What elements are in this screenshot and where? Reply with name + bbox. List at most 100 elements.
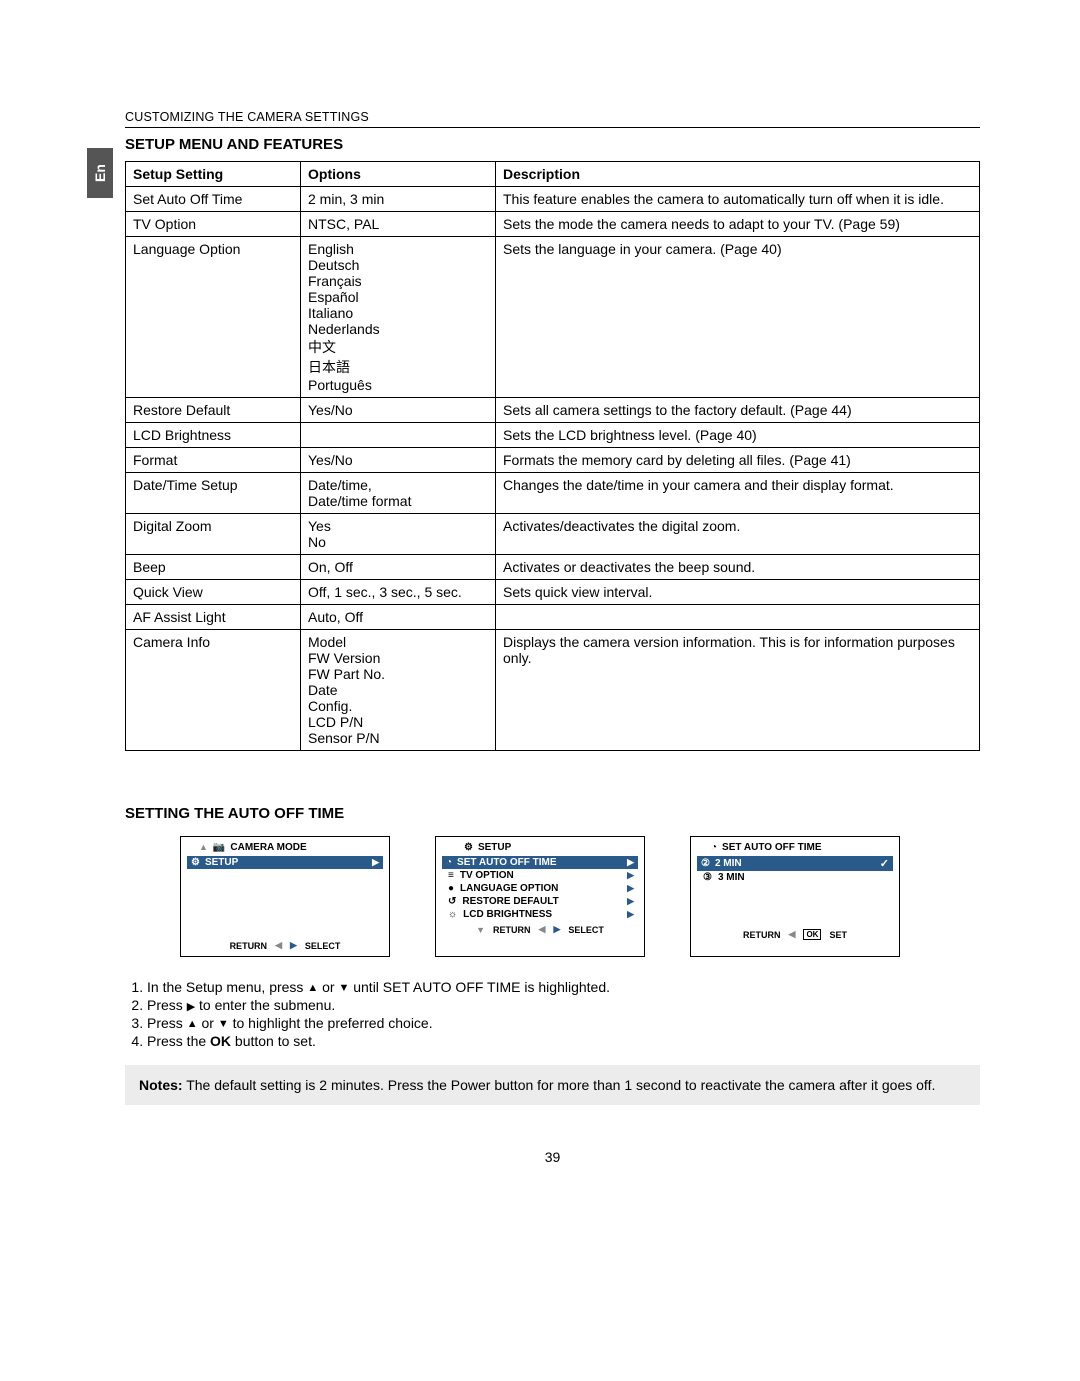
cell-options: NTSC, PAL bbox=[301, 212, 496, 237]
up-arrow-icon bbox=[199, 842, 208, 853]
step-item: Press ▲ or ▼ to highlight the preferred … bbox=[147, 1015, 980, 1031]
cell-description: Displays the camera version information.… bbox=[496, 630, 980, 751]
clock-2-icon: ② bbox=[701, 858, 710, 869]
table-row: Camera InfoModel FW Version FW Part No. … bbox=[126, 630, 980, 751]
left-arrow-icon bbox=[275, 940, 282, 951]
notes-box: Notes: The default setting is 2 minutes.… bbox=[125, 1065, 980, 1105]
table-row: AF Assist LightAuto, Off bbox=[126, 605, 980, 630]
clock-3-icon: ③ bbox=[703, 872, 712, 883]
left-arrow-icon bbox=[789, 929, 796, 940]
cell-setting: TV Option bbox=[126, 212, 301, 237]
down-arrow-icon bbox=[476, 925, 485, 935]
footer-select-label: SELECT bbox=[305, 941, 341, 951]
lcd-screen-camera-mode: 📷 CAMERA MODE ⚙ SETUP RETURN SELECT bbox=[180, 836, 390, 957]
cell-options: Yes/No bbox=[301, 448, 496, 473]
cell-setting: Restore Default bbox=[126, 398, 301, 423]
language-tab: En bbox=[87, 148, 113, 198]
arrow-icon: ▶ bbox=[187, 1000, 195, 1013]
table-row: Language OptionEnglish Deutsch Français … bbox=[126, 237, 980, 398]
cell-setting: Date/Time Setup bbox=[126, 473, 301, 514]
globe-icon: ● bbox=[448, 883, 454, 894]
chevron-right-icon bbox=[627, 909, 634, 920]
notes-text: The default setting is 2 minutes. Press … bbox=[183, 1077, 936, 1093]
left-arrow-icon bbox=[539, 924, 546, 935]
cell-setting: Digital Zoom bbox=[126, 514, 301, 555]
table-row: BeepOn, OffActivates or deactivates the … bbox=[126, 555, 980, 580]
table-row: Date/Time SetupDate/time, Date/time form… bbox=[126, 473, 980, 514]
cell-options: Auto, Off bbox=[301, 605, 496, 630]
cell-description: This feature enables the camera to autom… bbox=[496, 187, 980, 212]
cell-options: Yes/No bbox=[301, 398, 496, 423]
cell-setting: AF Assist Light bbox=[126, 605, 301, 630]
brightness-icon: ☼ bbox=[448, 909, 457, 920]
cell-setting: Quick View bbox=[126, 580, 301, 605]
tv-icon: ≡ bbox=[448, 870, 454, 881]
chevron-right-icon bbox=[627, 896, 634, 907]
breadcrumb: CUSTOMIZING THE CAMERA SETTINGS bbox=[125, 110, 980, 128]
right-arrow-icon bbox=[290, 940, 297, 951]
cell-description: Sets the LCD brightness level. (Page 40) bbox=[496, 423, 980, 448]
highlighted-row-2min: ② 2 MIN bbox=[697, 856, 893, 871]
cell-description: Activates or deactivates the beep sound. bbox=[496, 555, 980, 580]
option-label: 3 MIN bbox=[718, 872, 745, 883]
menu-item-label: LCD BRIGHTNESS bbox=[463, 909, 552, 920]
cell-description: Sets quick view interval. bbox=[496, 580, 980, 605]
arrow-icon: ▲ bbox=[187, 1018, 198, 1030]
table-row: Digital ZoomYes NoActivates/deactivates … bbox=[126, 514, 980, 555]
chevron-right-icon bbox=[372, 857, 379, 868]
right-arrow-icon bbox=[553, 924, 560, 935]
cell-options: Model FW Version FW Part No. Date Config… bbox=[301, 630, 496, 751]
cell-description: Sets the mode the camera needs to adapt … bbox=[496, 212, 980, 237]
table-header-description: Description bbox=[496, 162, 980, 187]
table-header-options: Options bbox=[301, 162, 496, 187]
highlighted-row-auto-off: ◔ SET AUTO OFF TIME bbox=[442, 856, 638, 869]
highlighted-row-setup: ⚙ SETUP bbox=[187, 856, 383, 869]
highlight-label: SETUP bbox=[205, 857, 238, 868]
chevron-right-icon bbox=[627, 857, 634, 868]
section-heading-setup-menu: SETUP MENU AND FEATURES bbox=[125, 136, 980, 153]
cell-setting: LCD Brightness bbox=[126, 423, 301, 448]
instruction-steps: In the Setup menu, press ▲ or ▼ until SE… bbox=[125, 979, 980, 1049]
cell-options: Date/time, Date/time format bbox=[301, 473, 496, 514]
setup-settings-table: Setup Setting Options Description Set Au… bbox=[125, 161, 980, 751]
cell-options: English Deutsch Français Español Italian… bbox=[301, 237, 496, 398]
clock-icon: ◔ bbox=[446, 857, 452, 868]
menu-item: ☼ LCD BRIGHTNESS bbox=[442, 908, 638, 921]
screen-title: SETUP bbox=[478, 842, 511, 853]
table-row: Quick ViewOff, 1 sec., 3 sec., 5 sec.Set… bbox=[126, 580, 980, 605]
cell-options bbox=[301, 423, 496, 448]
cell-description: Sets all camera settings to the factory … bbox=[496, 398, 980, 423]
cell-options: On, Off bbox=[301, 555, 496, 580]
arrow-icon: ▼ bbox=[338, 982, 349, 994]
screen-title: CAMERA MODE bbox=[230, 842, 306, 853]
table-row: FormatYes/NoFormats the memory card by d… bbox=[126, 448, 980, 473]
footer-select-label: SELECT bbox=[568, 925, 604, 935]
footer-return-label: RETURN bbox=[230, 941, 268, 951]
clock-icon: ◔ bbox=[711, 842, 717, 853]
footer-return-label: RETURN bbox=[493, 925, 531, 935]
step-item: Press ▶ to enter the submenu. bbox=[147, 997, 980, 1013]
table-row: Set Auto Off Time2 min, 3 minThis featur… bbox=[126, 187, 980, 212]
cell-setting: Camera Info bbox=[126, 630, 301, 751]
cell-description bbox=[496, 605, 980, 630]
table-row: TV OptionNTSC, PALSets the mode the came… bbox=[126, 212, 980, 237]
camera-icon: 📷 bbox=[213, 842, 225, 853]
setup-icon: ⚙ bbox=[191, 857, 200, 868]
menu-item: ≡TV OPTION bbox=[442, 869, 638, 882]
chevron-right-icon bbox=[627, 883, 634, 894]
cell-setting: Beep bbox=[126, 555, 301, 580]
chevron-right-icon bbox=[627, 870, 634, 881]
arrow-icon: ▲ bbox=[307, 982, 318, 994]
cell-setting: Format bbox=[126, 448, 301, 473]
restore-icon: ↺ bbox=[448, 896, 456, 907]
menu-item-label: SET AUTO OFF TIME bbox=[457, 857, 556, 868]
section-heading-auto-off: SETTING THE AUTO OFF TIME bbox=[125, 805, 980, 822]
table-row: Restore DefaultYes/NoSets all camera set… bbox=[126, 398, 980, 423]
lcd-screen-auto-off-time: ◔ SET AUTO OFF TIME ② 2 MIN ③3 MIN RETUR… bbox=[690, 836, 900, 957]
menu-item-label: RESTORE DEFAULT bbox=[462, 896, 558, 907]
ok-button-icon: OK bbox=[803, 929, 821, 940]
footer-set-label: SET bbox=[829, 930, 847, 940]
cell-options: Yes No bbox=[301, 514, 496, 555]
option-label: 2 MIN bbox=[715, 858, 742, 869]
cell-setting: Language Option bbox=[126, 237, 301, 398]
